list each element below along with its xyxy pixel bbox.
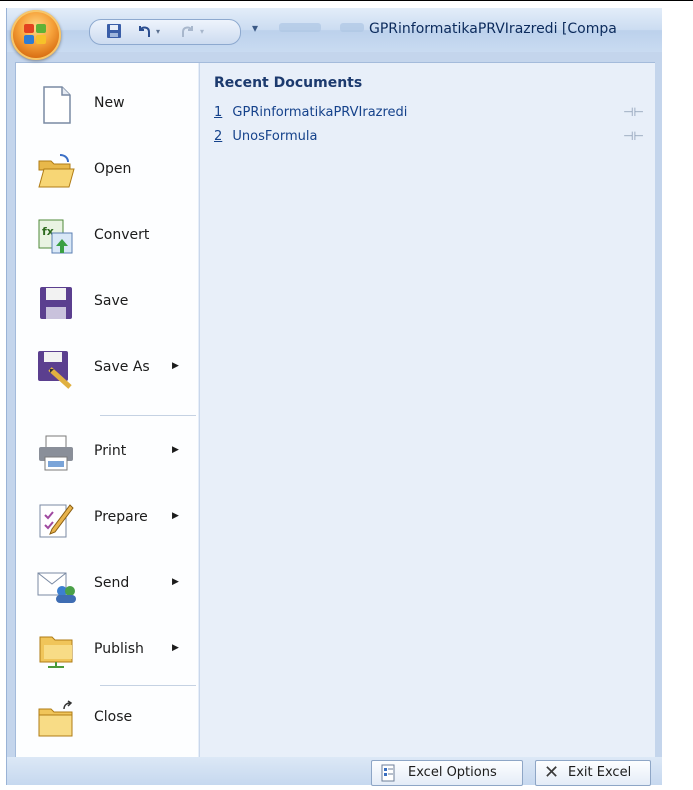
- menu-item-label: Save As: [94, 359, 150, 375]
- menu-item-label: Save: [94, 293, 129, 309]
- customize-qat-icon[interactable]: ▾: [252, 21, 258, 35]
- menu-item-send[interactable]: Send ▶: [20, 555, 196, 615]
- floppy-icon: [36, 283, 76, 323]
- quick-access-toolbar: ▾ ▾: [89, 19, 241, 45]
- menu-item-label: Print: [94, 443, 127, 459]
- title-bar: ▾ ▾ ▾ GPRinformatikaPRVIrazredi [Compa: [7, 8, 662, 52]
- menu-item-label: Publish: [94, 641, 144, 657]
- recent-document-name: GPRinformatikaPRVIrazredi: [232, 105, 408, 120]
- menu-item-label: Send: [94, 575, 130, 591]
- menu-item-label: Prepare: [94, 509, 148, 525]
- submenu-arrow-icon: ▶: [172, 445, 179, 455]
- floppy-icon[interactable]: [106, 23, 122, 44]
- menu-item-publish[interactable]: Publish ▶: [20, 621, 196, 681]
- excel-window: ▾ ▾ ▾ GPRinformatikaPRVIrazredi [Compa N…: [6, 8, 662, 786]
- menu-commands: New Open fx Convert Save Save As ▶ Print…: [16, 63, 198, 758]
- new-document-icon: [36, 85, 76, 125]
- exit-excel-button[interactable]: ✕ Exit Excel: [535, 760, 651, 786]
- recent-document-number: 2: [214, 129, 223, 144]
- submenu-arrow-icon: ▶: [172, 577, 179, 587]
- prepare-icon: [36, 499, 76, 539]
- undo-dropdown-icon[interactable]: ▾: [156, 23, 160, 41]
- menu-item-convert[interactable]: fx Convert: [20, 207, 196, 267]
- menu-footer: Excel Options ✕ Exit Excel: [7, 757, 662, 786]
- redo-icon[interactable]: [180, 23, 196, 44]
- office-button[interactable]: [11, 10, 61, 60]
- menu-item-close[interactable]: Close: [20, 689, 196, 749]
- submenu-arrow-icon: ▶: [172, 511, 179, 521]
- close-folder-icon: [36, 699, 76, 739]
- recent-document-number: 1: [214, 105, 223, 120]
- recent-documents-heading: Recent Documents: [214, 75, 363, 91]
- menu-item-label: New: [94, 95, 125, 111]
- submenu-arrow-icon: ▶: [172, 643, 179, 653]
- undo-icon[interactable]: [136, 23, 152, 44]
- publish-icon: [36, 631, 76, 671]
- menu-item-save[interactable]: Save: [20, 273, 196, 333]
- menu-item-label: Convert: [94, 227, 150, 243]
- pin-icon[interactable]: ⊣⊢: [623, 105, 644, 119]
- save-as-icon: [36, 349, 76, 389]
- recent-documents-panel: Recent Documents 1 GPRinformatikaPRVIraz…: [199, 63, 655, 758]
- pin-icon[interactable]: ⊣⊢: [623, 129, 644, 143]
- office-logo-icon: [24, 24, 48, 46]
- printer-icon: [36, 433, 76, 473]
- send-icon: [36, 565, 76, 605]
- open-folder-icon: [36, 151, 76, 191]
- submenu-arrow-icon: ▶: [172, 361, 179, 371]
- exit-excel-label: Exit Excel: [568, 765, 632, 780]
- recent-document-item[interactable]: 1 GPRinformatikaPRVIrazredi ⊣⊢: [214, 105, 644, 125]
- blurred-ribbon-fragment: [340, 23, 364, 32]
- menu-item-open[interactable]: Open: [20, 141, 196, 201]
- blurred-ribbon-fragment: [279, 23, 321, 32]
- convert-icon: fx: [36, 217, 76, 257]
- menu-item-save-as[interactable]: Save As ▶: [20, 339, 196, 399]
- menu-separator: [100, 685, 196, 686]
- options-icon: [380, 761, 396, 790]
- menu-item-prepare[interactable]: Prepare ▶: [20, 489, 196, 549]
- menu-item-print[interactable]: Print ▶: [20, 423, 196, 483]
- window-title: GPRinformatikaPRVIrazredi [Compa: [369, 21, 617, 37]
- recent-document-name: UnosFormula: [232, 129, 318, 144]
- menu-item-label: Open: [94, 161, 132, 177]
- top-border: [0, 0, 693, 1]
- menu-separator: [100, 415, 196, 416]
- redo-dropdown-icon[interactable]: ▾: [200, 23, 204, 41]
- excel-options-label: Excel Options: [408, 765, 497, 780]
- menu-item-new[interactable]: New: [20, 75, 196, 135]
- close-icon: ✕: [544, 762, 560, 783]
- excel-options-button[interactable]: Excel Options: [371, 760, 523, 786]
- recent-document-item[interactable]: 2 UnosFormula ⊣⊢: [214, 129, 644, 149]
- menu-item-label: Close: [94, 709, 133, 725]
- office-menu: New Open fx Convert Save Save As ▶ Print…: [15, 62, 655, 759]
